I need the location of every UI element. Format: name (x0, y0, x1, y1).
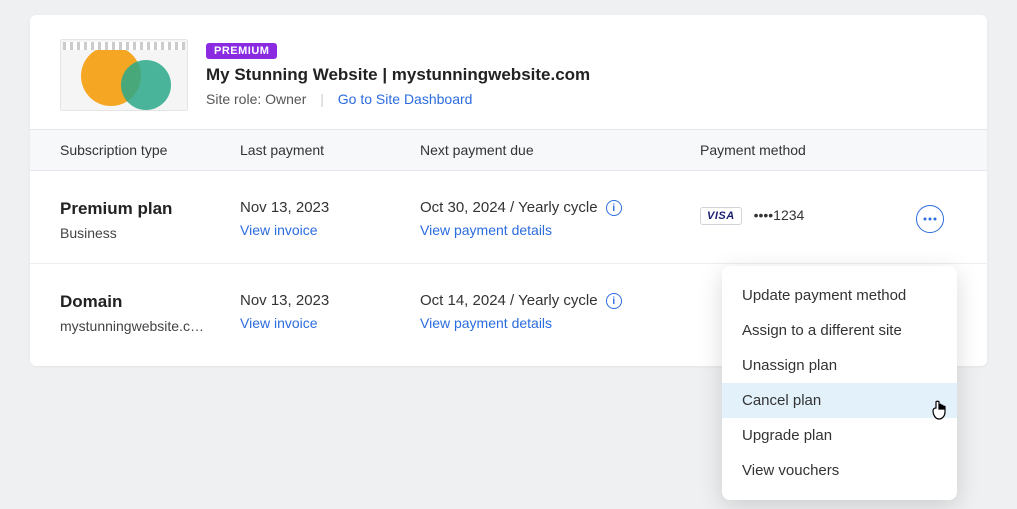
menu-item-vouchers[interactable]: View vouchers (722, 453, 957, 488)
actions-menu: Update payment method Assign to a differ… (722, 266, 957, 500)
subscription-title: Domain (60, 292, 240, 312)
view-invoice-link[interactable]: View invoice (240, 315, 420, 331)
col-header-next: Next payment due (420, 142, 700, 158)
ellipsis-icon (923, 217, 937, 221)
subscription-subtitle: Business (60, 225, 240, 241)
col-header-last: Last payment (240, 142, 420, 158)
col-header-method: Payment method (700, 142, 900, 158)
card-brand-badge: VISA (700, 207, 742, 225)
view-payment-details-link[interactable]: View payment details (420, 222, 700, 238)
menu-item-assign-site[interactable]: Assign to a different site (722, 313, 957, 348)
info-icon[interactable]: i (606, 200, 622, 216)
dashboard-link[interactable]: Go to Site Dashboard (338, 91, 473, 107)
more-actions-button[interactable] (916, 205, 944, 233)
view-invoice-link[interactable]: View invoice (240, 222, 420, 238)
menu-item-upgrade[interactable]: Upgrade plan (722, 418, 957, 453)
table-row: Premium plan Business Nov 13, 2023 View … (30, 171, 987, 264)
site-role: Site role: Owner (206, 91, 306, 107)
site-title: My Stunning Website | mystunningwebsite.… (206, 65, 590, 85)
subscription-title: Premium plan (60, 199, 240, 219)
last-payment-date: Nov 13, 2023 (240, 199, 420, 216)
subscription-subtitle: mystunningwebsite.c… (60, 318, 240, 334)
card-last4: ••••1234 (754, 207, 805, 223)
col-header-type: Subscription type (30, 142, 240, 158)
site-meta: PREMIUM My Stunning Website | mystunning… (206, 39, 590, 111)
table-header: Subscription type Last payment Next paym… (30, 129, 987, 171)
view-payment-details-link[interactable]: View payment details (420, 315, 700, 331)
menu-item-unassign[interactable]: Unassign plan (722, 348, 957, 383)
next-payment-text: Oct 14, 2024 / Yearly cycle i (420, 292, 700, 309)
info-icon[interactable]: i (606, 293, 622, 309)
menu-item-update-payment[interactable]: Update payment method (722, 278, 957, 313)
menu-item-cancel-plan[interactable]: Cancel plan (722, 383, 957, 418)
site-name: My Stunning Website (206, 65, 378, 84)
site-role-line: Site role: Owner | Go to Site Dashboard (206, 91, 590, 107)
next-payment-text: Oct 30, 2024 / Yearly cycle i (420, 199, 700, 216)
site-thumbnail[interactable] (60, 39, 188, 111)
premium-badge: PREMIUM (206, 43, 277, 59)
site-header: PREMIUM My Stunning Website | mystunning… (30, 39, 987, 129)
last-payment-date: Nov 13, 2023 (240, 292, 420, 309)
site-domain: mystunningwebsite.com (392, 65, 590, 84)
